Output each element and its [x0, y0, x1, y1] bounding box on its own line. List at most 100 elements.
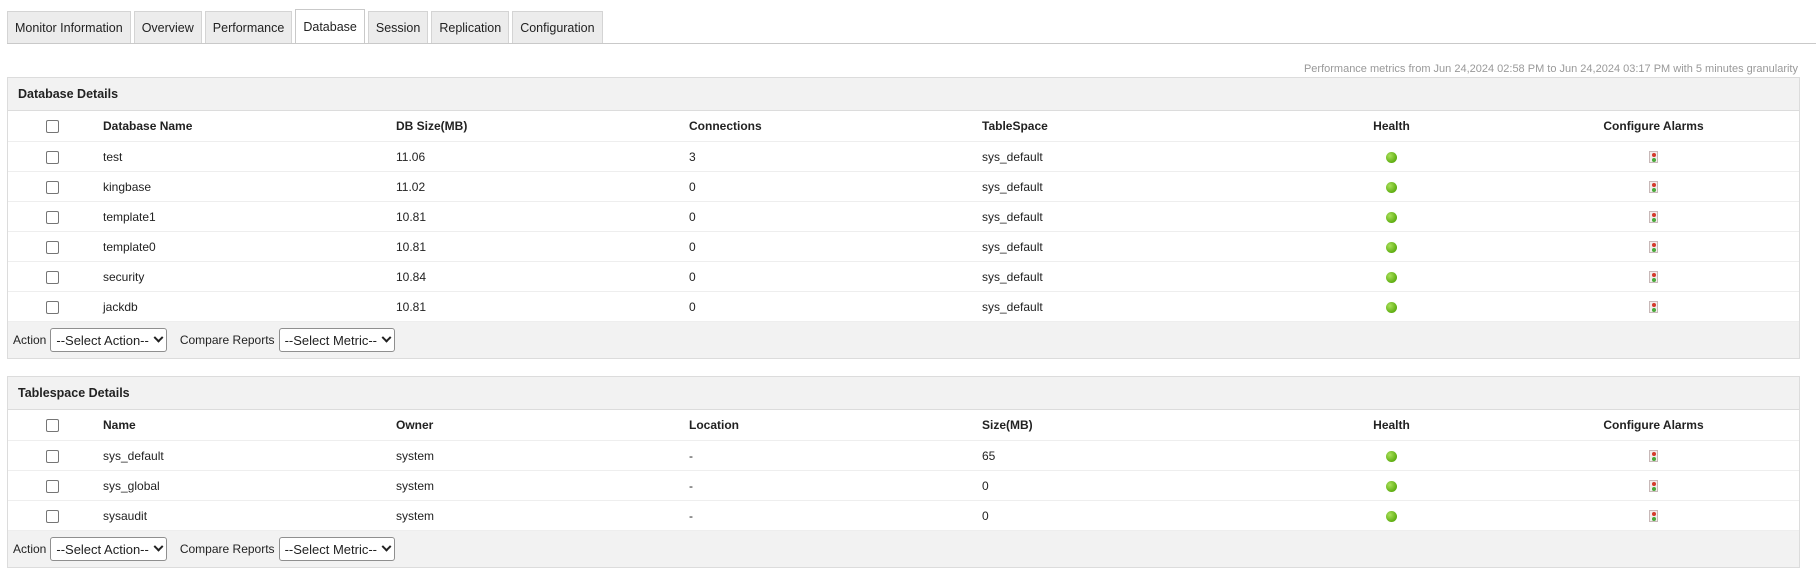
configure-alarm-icon[interactable]	[1649, 510, 1658, 523]
health-status-icon[interactable]	[1386, 480, 1397, 492]
tablespace-name-cell[interactable]: sys_default	[103, 440, 396, 471]
compare-metric-select[interactable]: --Select Metric--	[278, 537, 396, 561]
column-header-db-size[interactable]: DB Size(MB)	[396, 111, 689, 142]
db-size-cell: 10.81	[396, 291, 689, 322]
configure-alarm-icon[interactable]	[1649, 151, 1658, 164]
compare-reports-label: Compare Reports	[179, 542, 275, 556]
health-status-icon[interactable]	[1386, 211, 1397, 223]
configure-alarm-icon[interactable]	[1649, 211, 1658, 224]
row-checkbox[interactable]	[46, 509, 59, 523]
connections-cell: 0	[689, 291, 982, 322]
database-name-cell[interactable]: jackdb	[103, 291, 396, 322]
alarm-cell	[1508, 201, 1799, 232]
configure-alarm-icon[interactable]	[1649, 480, 1658, 493]
size-cell: 65	[982, 440, 1275, 471]
column-header-tablespace[interactable]: TableSpace	[982, 111, 1275, 142]
size-cell: 0	[982, 500, 1275, 531]
column-header-owner[interactable]: Owner	[396, 410, 689, 441]
tab-session[interactable]: Session	[367, 11, 429, 43]
column-header-database-name[interactable]: Database Name	[103, 111, 396, 142]
health-status-icon[interactable]	[1386, 151, 1397, 163]
table-header-row: Database Name DB Size(MB) Connections Ta…	[8, 111, 1799, 142]
column-header-location[interactable]: Location	[689, 410, 982, 441]
configure-alarm-icon[interactable]	[1649, 301, 1658, 314]
configure-alarm-icon[interactable]	[1649, 450, 1658, 463]
tablespace-details-table: Name Owner Location Size(MB) Health Conf…	[8, 410, 1799, 531]
column-header-name[interactable]: Name	[103, 410, 396, 441]
health-status-icon[interactable]	[1386, 301, 1397, 313]
compare-metric-select[interactable]: --Select Metric--	[278, 328, 396, 352]
health-status-icon[interactable]	[1386, 510, 1397, 522]
row-select-cell	[8, 141, 103, 172]
db-size-cell: 11.06	[396, 141, 689, 172]
location-cell: -	[689, 470, 982, 501]
row-checkbox[interactable]	[46, 300, 59, 314]
row-checkbox[interactable]	[46, 210, 59, 224]
tab-database[interactable]: Database	[295, 9, 365, 43]
configure-alarm-icon[interactable]	[1649, 271, 1658, 284]
owner-cell: system	[396, 470, 689, 501]
row-checkbox[interactable]	[46, 240, 59, 254]
row-checkbox[interactable]	[46, 449, 59, 463]
action-select[interactable]: --Select Action--	[50, 537, 167, 561]
database-name-cell[interactable]: test	[103, 141, 396, 172]
alarm-cell	[1508, 261, 1799, 292]
database-name-cell[interactable]: security	[103, 261, 396, 292]
tab-configuration[interactable]: Configuration	[512, 11, 603, 43]
row-select-cell	[8, 261, 103, 292]
select-all-cell	[8, 111, 103, 142]
database-name-cell[interactable]: template1	[103, 201, 396, 232]
alarm-cell	[1508, 470, 1799, 501]
column-header-size[interactable]: Size(MB)	[982, 410, 1275, 441]
health-status-icon[interactable]	[1386, 241, 1397, 253]
tab-replication[interactable]: Replication	[431, 11, 510, 43]
tablespace-cell: sys_default	[982, 201, 1275, 232]
select-all-checkbox[interactable]	[46, 120, 59, 134]
column-header-configure-alarms: Configure Alarms	[1508, 410, 1799, 441]
column-header-configure-alarms: Configure Alarms	[1508, 111, 1799, 142]
tab-overview[interactable]: Overview	[133, 11, 202, 43]
tab-monitor-information[interactable]: Monitor Information	[7, 11, 131, 43]
owner-cell: system	[396, 500, 689, 531]
row-checkbox[interactable]	[46, 150, 59, 164]
connections-cell: 0	[689, 231, 982, 262]
health-status-icon[interactable]	[1386, 450, 1397, 462]
row-select-cell	[8, 171, 103, 202]
alarm-cell	[1508, 171, 1799, 202]
health-status-icon[interactable]	[1386, 181, 1397, 193]
column-header-health: Health	[1275, 410, 1508, 441]
column-header-connections[interactable]: Connections	[689, 111, 982, 142]
action-select[interactable]: --Select Action--	[50, 328, 167, 352]
chevron-down-icon	[381, 332, 392, 343]
select-all-cell	[8, 410, 103, 441]
row-checkbox[interactable]	[46, 479, 59, 493]
database-name-cell[interactable]: kingbase	[103, 171, 396, 202]
tablespace-cell: sys_default	[982, 261, 1275, 292]
health-status-icon[interactable]	[1386, 271, 1397, 283]
tablespace-cell: sys_default	[982, 171, 1275, 202]
column-header-health: Health	[1275, 111, 1508, 142]
connections-cell: 0	[689, 201, 982, 232]
row-checkbox[interactable]	[46, 270, 59, 284]
table-row: template1 10.81 0 sys_default	[8, 201, 1799, 232]
health-cell	[1275, 231, 1508, 262]
health-cell	[1275, 291, 1508, 322]
database-name-cell[interactable]: template0	[103, 231, 396, 262]
configure-alarm-icon[interactable]	[1649, 241, 1658, 254]
row-select-cell	[8, 470, 103, 501]
health-cell	[1275, 440, 1508, 471]
table-header-row: Name Owner Location Size(MB) Health Conf…	[8, 410, 1799, 441]
compare-reports-label: Compare Reports	[179, 333, 275, 347]
configure-alarm-icon[interactable]	[1649, 181, 1658, 194]
table-row: sysaudit system - 0	[8, 500, 1799, 531]
tablespace-name-cell[interactable]: sys_global	[103, 470, 396, 501]
location-cell: -	[689, 500, 982, 531]
select-all-checkbox[interactable]	[46, 419, 59, 433]
tab-performance[interactable]: Performance	[204, 11, 293, 43]
compare-metric-select-value: --Select Metric--	[284, 541, 378, 557]
compare-metric-select-value: --Select Metric--	[284, 332, 378, 348]
row-checkbox[interactable]	[46, 180, 59, 194]
row-select-cell	[8, 440, 103, 471]
tablespace-name-cell[interactable]: sysaudit	[103, 500, 396, 531]
connections-cell: 3	[689, 141, 982, 172]
